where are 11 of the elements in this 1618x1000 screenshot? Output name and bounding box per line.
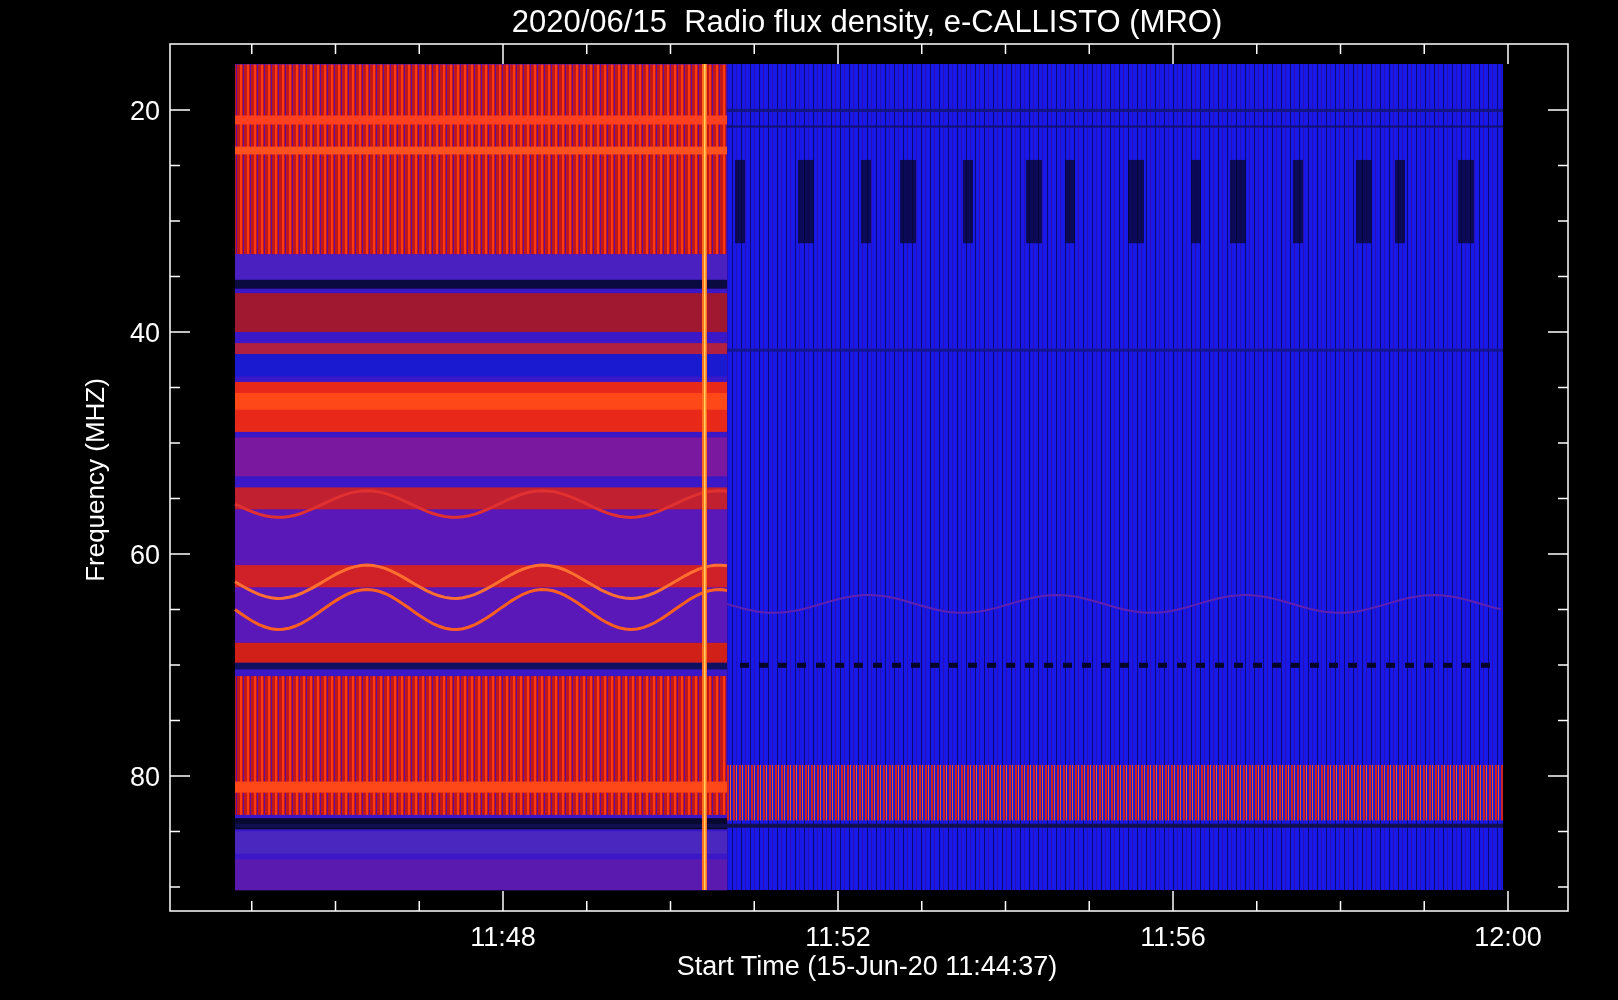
x-axis-label: Start Time (15-Jun-20 11:44:37) <box>676 951 1058 981</box>
y-tick-label: 20 <box>129 96 160 126</box>
chart-title: 2020/06/15 Radio flux density, e-CALLISTO (MRO) <box>511 4 1223 39</box>
x-tick-label: 11:56 <box>1140 922 1206 952</box>
y-tick-label: 60 <box>129 540 160 570</box>
x-tick-label: 11:48 <box>470 922 536 952</box>
x-tick-label: 11:52 <box>805 922 871 952</box>
x-tick-label: 12:00 <box>1474 922 1542 952</box>
y-tick-label: 40 <box>129 318 160 348</box>
y-axis-label: Frequency (MHZ) <box>80 378 110 582</box>
y-tick-label: 80 <box>129 762 160 792</box>
